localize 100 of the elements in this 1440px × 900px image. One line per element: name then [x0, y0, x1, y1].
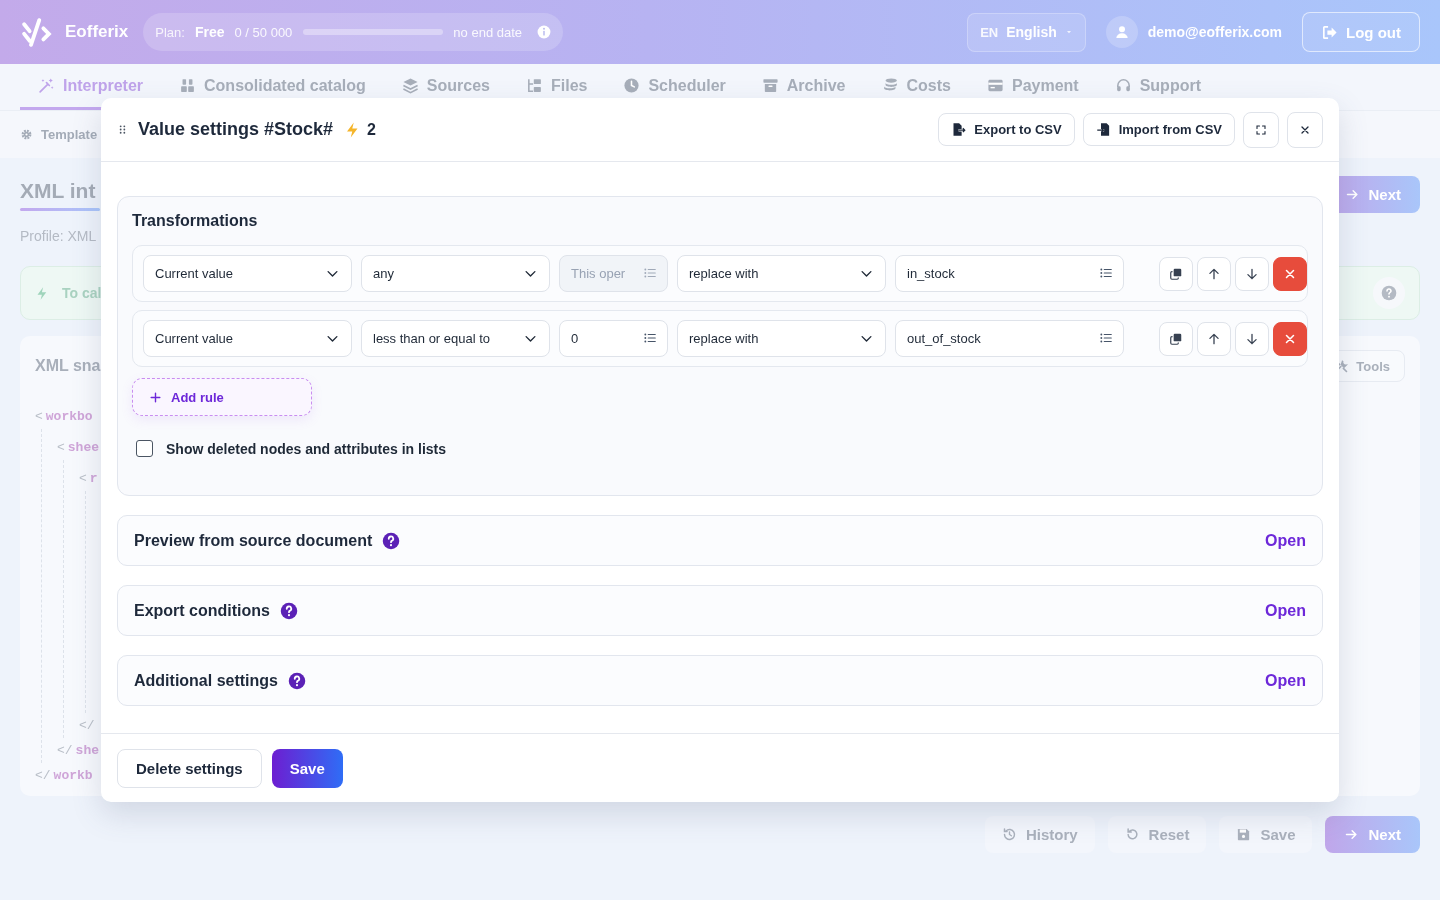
profile-label: Profile: XML: [20, 228, 98, 246]
logout-button[interactable]: Log out: [1302, 12, 1420, 52]
credit-card-icon: [986, 77, 1004, 94]
nav-tab[interactable]: Consolidated catalog: [161, 64, 384, 110]
plus-icon: [149, 390, 162, 404]
duplicate-button[interactable]: [1159, 321, 1193, 356]
arrow-up-icon: [1207, 266, 1221, 281]
open-link[interactable]: Open: [1265, 671, 1306, 690]
list-icon: [643, 331, 657, 345]
open-link[interactable]: Open: [1265, 601, 1306, 620]
arrow-down-icon: [1245, 331, 1259, 346]
list-icon: [1099, 266, 1113, 280]
checkbox[interactable]: [136, 440, 153, 457]
value-field[interactable]: out_of_stock: [895, 320, 1124, 357]
code-line: < workbo: [35, 408, 93, 426]
language-code: EN: [980, 24, 999, 40]
logo-text[interactable]: Eofferix: [65, 22, 129, 42]
nav-tab[interactable]: Sources: [383, 64, 508, 110]
code-line: </ workb: [35, 767, 93, 785]
dropdown[interactable]: Current value: [143, 255, 352, 292]
fullscreen-button[interactable]: [1243, 111, 1279, 148]
open-link[interactable]: Open: [1265, 531, 1306, 550]
move-down-button[interactable]: [1235, 256, 1269, 291]
dropdown[interactable]: any: [361, 255, 550, 292]
section-title: Preview from source document: [134, 531, 373, 550]
notice-text: To cal: [62, 285, 102, 301]
undo-icon: [1124, 827, 1140, 842]
headset-icon: [1114, 77, 1132, 94]
delete-settings-button[interactable]: Delete settings: [117, 748, 262, 788]
logout-icon: [1321, 23, 1338, 41]
plan-name: Free: [194, 24, 225, 40]
modal-title: Value settings #Stock#: [138, 119, 334, 140]
import-csv-button[interactable]: Import from CSV: [1082, 113, 1235, 146]
move-up-button[interactable]: [1197, 321, 1231, 356]
code-line: </ she: [57, 742, 99, 760]
export-csv-button[interactable]: Export to CSV: [938, 113, 1075, 146]
drag-handle-icon: [117, 124, 128, 135]
caret-icon: [1064, 28, 1073, 36]
code-line: < shee: [57, 439, 100, 457]
page-title: XML int: [20, 178, 97, 204]
code-line: < r: [79, 470, 98, 488]
language-dropdown[interactable]: EN English: [967, 12, 1086, 52]
add-rule-button[interactable]: Add rule: [132, 378, 312, 416]
copy-icon: [1169, 266, 1183, 281]
history-icon: [1001, 827, 1017, 842]
plan-end-date: no end date: [453, 24, 523, 40]
delete-button[interactable]: [1273, 256, 1307, 291]
nav-tab[interactable]: Scheduler: [605, 64, 744, 110]
copy-icon: [1169, 331, 1183, 346]
clock-icon: [623, 77, 641, 94]
nav-tab[interactable]: Archive: [743, 64, 864, 110]
section-title: Export conditions: [134, 601, 270, 620]
value-field[interactable]: 0: [559, 320, 668, 357]
user-icon: [1113, 24, 1130, 40]
delete-button[interactable]: [1273, 321, 1307, 356]
folder-tree-icon: [525, 77, 543, 94]
rule-count: 2: [367, 120, 376, 139]
arrow-down-icon: [1245, 266, 1259, 281]
help-icon: [280, 601, 298, 620]
dropdown[interactable]: replace with: [677, 320, 886, 357]
code-line: </: [79, 717, 96, 735]
file-import-icon: [1095, 122, 1111, 137]
archive-box-icon: [761, 77, 779, 94]
help-icon: [288, 671, 306, 690]
move-down-button[interactable]: [1235, 321, 1269, 356]
save-button[interactable]: Save: [271, 748, 343, 788]
plan-label: Plan:: [155, 24, 185, 40]
wand-icon: [38, 77, 55, 94]
value-field[interactable]: in_stock: [895, 255, 1124, 292]
move-up-button[interactable]: [1197, 256, 1231, 291]
arrow-right-icon: [1344, 827, 1360, 842]
arrow-up-icon: [1207, 331, 1221, 346]
nav-tab[interactable]: Files: [507, 64, 606, 110]
duplicate-button[interactable]: [1159, 256, 1193, 291]
section-title: Transformations: [132, 211, 259, 231]
info-icon: [537, 25, 552, 39]
nav-tab[interactable]: Costs: [863, 64, 969, 110]
usage-count: 0 / 50 000: [234, 24, 293, 40]
panel-title: XML sna: [35, 357, 101, 375]
section-title: Additional settings: [134, 671, 278, 690]
nav-tab[interactable]: Support: [1096, 64, 1219, 110]
blocks-icon: [179, 77, 197, 94]
dropdown[interactable]: replace with: [677, 255, 886, 292]
save-button[interactable]: Save: [1219, 816, 1313, 853]
dropdown[interactable]: Current value: [143, 320, 352, 357]
close-button[interactable]: [1287, 111, 1323, 148]
layers-icon: [401, 77, 419, 94]
help-icon: [1381, 285, 1397, 301]
checkbox-label: Show deleted nodes and attributes in lists: [166, 440, 447, 457]
history-button[interactable]: History: [984, 816, 1095, 853]
logo-icon: [20, 15, 53, 49]
reset-button[interactable]: Reset: [1107, 816, 1207, 853]
help-icon: [382, 531, 401, 550]
arrow-right-icon: [1345, 187, 1361, 202]
template-tab[interactable]: Template: [20, 127, 98, 142]
dropdown[interactable]: less than or equal to: [361, 320, 550, 357]
next-button[interactable]: Next: [1325, 816, 1420, 853]
user-email[interactable]: demo@eofferix.com: [1147, 24, 1282, 40]
language-name: English: [1006, 24, 1057, 40]
fullscreen-icon: [1255, 123, 1267, 136]
